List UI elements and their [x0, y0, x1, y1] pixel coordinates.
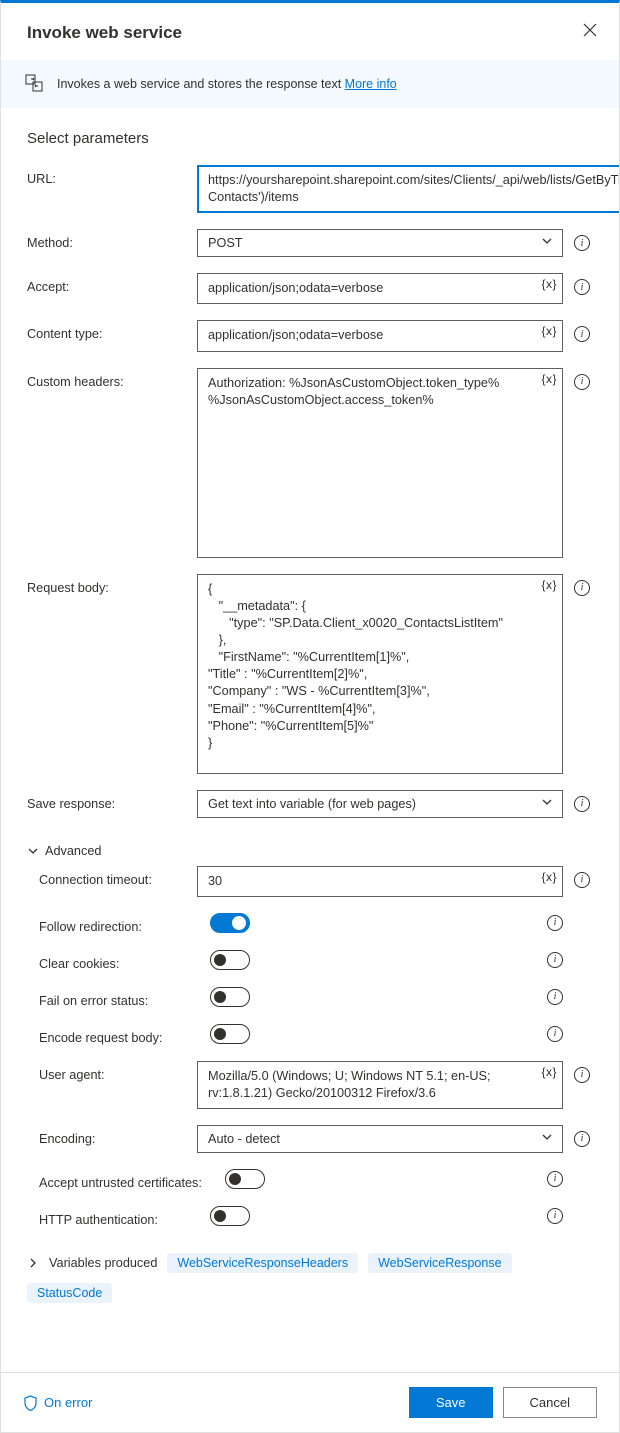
help-icon[interactable]: i	[574, 872, 590, 888]
label-save-response: Save response:	[27, 790, 189, 811]
fail-on-error-toggle[interactable]	[210, 987, 250, 1007]
variable-token-button[interactable]: {x}	[541, 324, 557, 338]
row-url: URL: https://yoursharepoint.sharepoint.c…	[27, 165, 593, 213]
info-bar: Invokes a web service and stores the res…	[1, 60, 619, 108]
connection-timeout-input[interactable]: 30	[197, 866, 563, 897]
shield-icon	[23, 1395, 38, 1411]
variable-token-button[interactable]: {x}	[541, 372, 557, 386]
label-request-body: Request body:	[27, 574, 189, 595]
help-icon[interactable]: i	[547, 1208, 563, 1224]
help-icon[interactable]: i	[547, 952, 563, 968]
close-button[interactable]	[579, 19, 601, 46]
label-http-auth: HTTP authentication:	[27, 1206, 202, 1227]
variable-token-button[interactable]: {x}	[541, 1065, 557, 1079]
chevron-right-icon	[27, 1257, 39, 1269]
label-fail-on-error: Fail on error status:	[27, 987, 202, 1008]
dialog-header: Invoke web service	[1, 3, 619, 60]
dialog-footer: On error Save Cancel	[1, 1372, 619, 1432]
info-text: Invokes a web service and stores the res…	[57, 77, 397, 91]
advanced-title: Advanced	[45, 844, 101, 858]
accept-untrusted-toggle[interactable]	[225, 1169, 265, 1189]
row-content-type: Content type: application/json;odata=ver…	[27, 320, 593, 351]
chevron-down-icon	[27, 845, 39, 857]
url-input[interactable]: https://yoursharepoint.sharepoint.com/si…	[197, 165, 619, 213]
more-info-link[interactable]: More info	[345, 77, 397, 91]
help-icon[interactable]: i	[574, 326, 590, 342]
row-user-agent: User agent: Mozilla/5.0 (Windows; U; Win…	[27, 1061, 593, 1109]
label-method: Method:	[27, 229, 189, 250]
row-method: Method: POST i	[27, 229, 593, 257]
user-agent-input[interactable]: Mozilla/5.0 (Windows; U; Windows NT 5.1;…	[197, 1061, 563, 1109]
label-accept: Accept:	[27, 273, 189, 294]
label-follow-redirection: Follow redirection:	[27, 913, 202, 934]
variable-pill[interactable]: StatusCode	[27, 1283, 112, 1303]
method-select[interactable]: POST	[197, 229, 563, 257]
row-http-auth: HTTP authentication: i	[27, 1206, 593, 1227]
row-follow-redirection: Follow redirection: i	[27, 913, 593, 934]
help-icon[interactable]: i	[574, 796, 590, 812]
request-body-input[interactable]: { "__metadata": { "type": "SP.Data.Clien…	[197, 574, 563, 774]
row-accept: Accept: application/json;odata=verbose {…	[27, 273, 593, 304]
variable-token-button[interactable]: {x}	[541, 578, 557, 592]
help-icon[interactable]: i	[547, 989, 563, 1005]
row-request-body: Request body: { "__metadata": { "type": …	[27, 574, 593, 774]
row-fail-on-error: Fail on error status: i	[27, 987, 593, 1008]
variable-token-button[interactable]: {x}	[541, 870, 557, 884]
label-url: URL:	[27, 165, 189, 186]
row-encoding: Encoding: Auto - detect i	[27, 1125, 593, 1153]
advanced-toggle[interactable]: Advanced	[27, 834, 593, 866]
label-encode-body: Encode request body:	[27, 1024, 202, 1045]
help-icon[interactable]: i	[547, 915, 563, 931]
accept-input[interactable]: application/json;odata=verbose	[197, 273, 563, 304]
action-icon	[25, 74, 45, 94]
cancel-button[interactable]: Cancel	[503, 1387, 597, 1418]
label-content-type: Content type:	[27, 320, 189, 341]
help-icon[interactable]: i	[547, 1026, 563, 1042]
save-response-select[interactable]: Get text into variable (for web pages)	[197, 790, 563, 818]
label-connection-timeout: Connection timeout:	[27, 866, 189, 887]
help-icon[interactable]: i	[574, 580, 590, 596]
variables-produced-row[interactable]: Variables produced WebServiceResponseHea…	[27, 1243, 593, 1311]
variables-produced-label: Variables produced	[49, 1256, 157, 1270]
section-title: Select parameters	[27, 130, 593, 147]
row-accept-untrusted: Accept untrusted certificates: i	[27, 1169, 593, 1190]
label-clear-cookies: Clear cookies:	[27, 950, 202, 971]
help-icon[interactable]: i	[574, 1067, 590, 1083]
label-custom-headers: Custom headers:	[27, 368, 189, 389]
clear-cookies-toggle[interactable]	[210, 950, 250, 970]
save-button[interactable]: Save	[409, 1387, 493, 1418]
help-icon[interactable]: i	[547, 1171, 563, 1187]
content-type-input[interactable]: application/json;odata=verbose	[197, 320, 563, 351]
row-encode-body: Encode request body: i	[27, 1024, 593, 1045]
variable-pill[interactable]: WebServiceResponse	[368, 1253, 511, 1273]
row-connection-timeout: Connection timeout: 30 {x} i	[27, 866, 593, 897]
follow-redirection-toggle[interactable]	[210, 913, 250, 933]
row-custom-headers: Custom headers: Authorization: %JsonAsCu…	[27, 368, 593, 558]
help-icon[interactable]: i	[574, 235, 590, 251]
encode-body-toggle[interactable]	[210, 1024, 250, 1044]
help-icon[interactable]: i	[574, 279, 590, 295]
row-save-response: Save response: Get text into variable (f…	[27, 790, 593, 818]
on-error-button[interactable]: On error	[23, 1395, 92, 1411]
dialog-title: Invoke web service	[27, 23, 182, 43]
on-error-label: On error	[44, 1395, 92, 1410]
variable-pill[interactable]: WebServiceResponseHeaders	[167, 1253, 358, 1273]
http-auth-toggle[interactable]	[210, 1206, 250, 1226]
label-user-agent: User agent:	[27, 1061, 189, 1082]
label-accept-untrusted: Accept untrusted certificates:	[27, 1169, 217, 1190]
help-icon[interactable]: i	[574, 1131, 590, 1147]
variable-token-button[interactable]: {x}	[541, 277, 557, 291]
custom-headers-input[interactable]: Authorization: %JsonAsCustomObject.token…	[197, 368, 563, 558]
close-icon	[583, 23, 597, 37]
encoding-select[interactable]: Auto - detect	[197, 1125, 563, 1153]
label-encoding: Encoding:	[27, 1125, 189, 1146]
help-icon[interactable]: i	[574, 374, 590, 390]
body-scroll[interactable]: Select parameters URL: https://yourshare…	[1, 108, 619, 1372]
row-clear-cookies: Clear cookies: i	[27, 950, 593, 971]
